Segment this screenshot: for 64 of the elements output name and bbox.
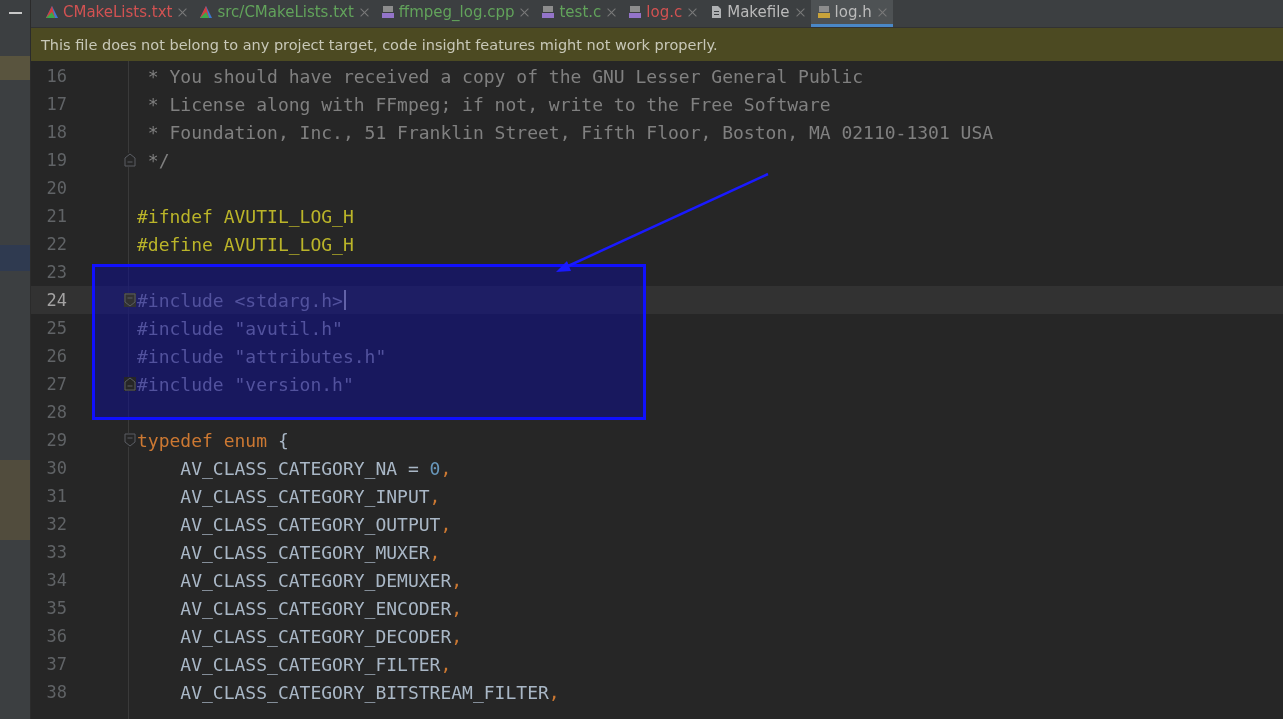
editor-tab[interactable]: test.c: [535, 0, 623, 27]
line-number: 23: [45, 262, 67, 282]
file-icon: [380, 5, 395, 19]
fold-icon[interactable]: [123, 293, 136, 307]
fold-icon[interactable]: [123, 377, 136, 391]
code-line: * Foundation, Inc., 51 Franklin Street, Fifth Floor, Boston, MA 02110-1301 USA: [146, 121, 994, 143]
code-line: * You should have received a copy of the GNU Lesser General Public: [146, 65, 864, 87]
line-number: 19: [45, 150, 67, 170]
code-line: AV_CLASS_CATEGORY_OUTPUT,: [179, 513, 452, 535]
line-number: 33: [45, 542, 67, 562]
line-number: 30: [45, 458, 67, 478]
code-line: #include <stdarg.h>: [137, 289, 346, 311]
line-number: 17: [45, 94, 67, 114]
code-line: #include "avutil.h": [137, 317, 343, 339]
line-number: 31: [45, 486, 67, 506]
file-icon: [628, 5, 643, 19]
triangle-icon: [45, 5, 59, 19]
code-line: AV_CLASS_CATEGORY_ENCODER,: [179, 597, 463, 619]
file-icon: [541, 5, 556, 19]
file-icon: [709, 5, 724, 19]
editor-tab[interactable]: ffmpeg_log.cpp: [374, 0, 536, 27]
line-number: 24: [45, 290, 67, 310]
code-line: AV_CLASS_CATEGORY_DEMUXER,: [179, 569, 463, 591]
line-number: 25: [45, 318, 67, 338]
code-line: typedef enum {: [137, 429, 289, 451]
code-line: #ifndef AVUTIL_LOG_H: [137, 205, 354, 227]
code-line: #include "attributes.h": [137, 345, 387, 367]
strip-marker: [0, 56, 30, 80]
code-line: * License along with FFmpeg; if not, write to the Free Software: [146, 93, 831, 115]
code-line: AV_CLASS_CATEGORY_DECODER,: [179, 625, 463, 647]
fold-icon[interactable]: [123, 433, 136, 447]
code-line: AV_CLASS_CATEGORY_MUXER,: [179, 541, 441, 563]
editor-tab[interactable]: log.h: [810, 0, 893, 27]
editor-tab[interactable]: log.c: [622, 0, 704, 27]
line-number: 26: [45, 346, 67, 366]
line-number: 37: [45, 654, 67, 674]
editor-tab[interactable]: CMakeLists.txt: [39, 0, 194, 27]
line-number: 36: [45, 626, 67, 646]
notification-banner: This file does not belong to any project target, code insight features might not work properly.: [31, 28, 1283, 61]
code-line: AV_CLASS_CATEGORY_BITSTREAM_FILTER,: [179, 681, 560, 703]
line-number: 27: [45, 374, 67, 394]
line-number: 22: [45, 234, 67, 254]
line-number: 35: [45, 598, 67, 618]
strip-marker: [0, 245, 30, 271]
file-icon: [816, 5, 831, 19]
line-number: 34: [45, 570, 67, 590]
line-number: 21: [45, 206, 67, 226]
code-line: #include "version.h": [137, 373, 354, 395]
line-number: 18: [45, 122, 67, 142]
code-line: AV_CLASS_CATEGORY_FILTER,: [179, 653, 452, 675]
line-number: 20: [45, 178, 67, 198]
code-line: #define AVUTIL_LOG_H: [137, 233, 354, 255]
triangle-icon: [199, 5, 214, 19]
editor-tab[interactable]: src/CMakeLists.txt: [193, 0, 375, 27]
line-number: 28: [45, 402, 67, 422]
line-number: 38: [45, 682, 67, 702]
line-number: 32: [45, 514, 67, 534]
fold-icon[interactable]: [123, 153, 136, 167]
editor-tab[interactable]: Makefile: [703, 0, 811, 27]
line-number: 29: [45, 430, 67, 450]
code-line: AV_CLASS_CATEGORY_NA = 0,: [179, 457, 452, 479]
code-line: */: [146, 149, 170, 171]
code-line: AV_CLASS_CATEGORY_INPUT,: [179, 485, 441, 507]
line-number: 16: [45, 66, 67, 86]
